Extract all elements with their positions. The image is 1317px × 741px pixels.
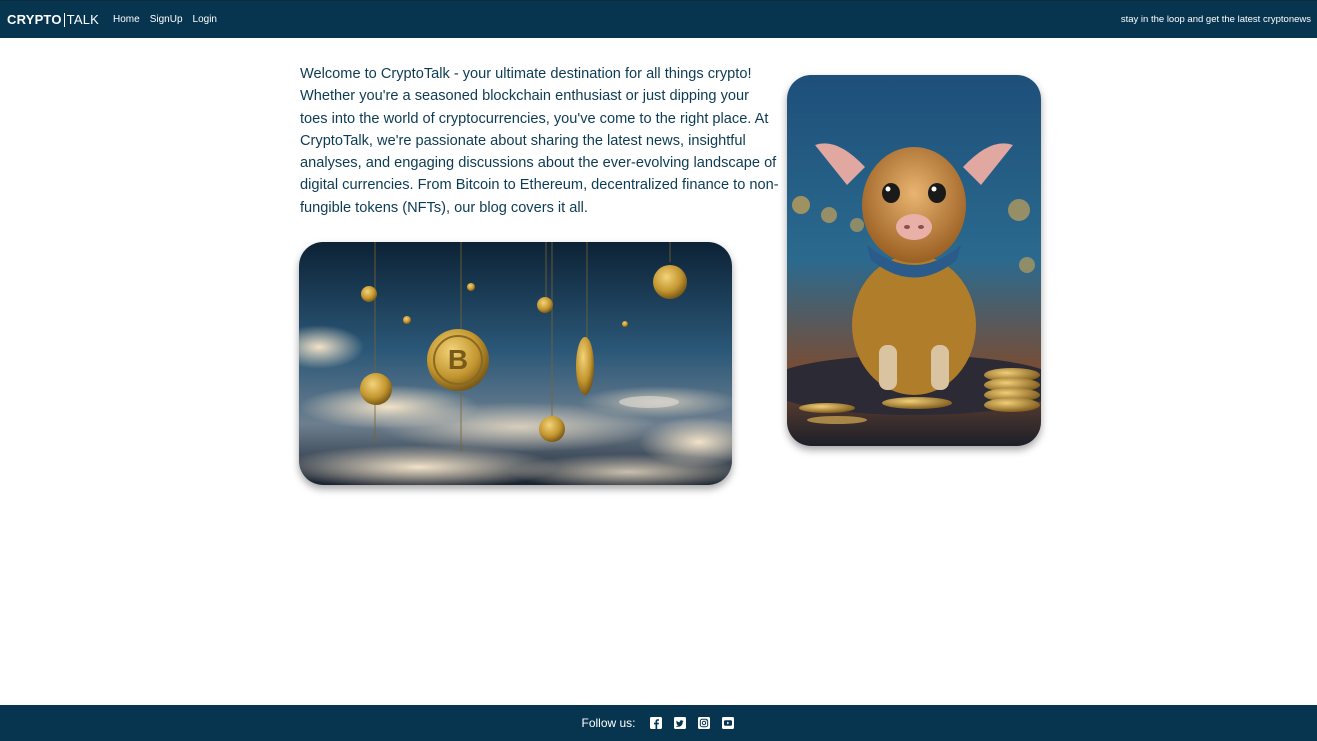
brand-bold: CRYPTO	[7, 12, 62, 27]
brand-logo[interactable]: CRYPTO TALK	[7, 12, 99, 27]
twitter-icon[interactable]	[673, 717, 686, 729]
nav-signup-link[interactable]: SignUp	[150, 14, 183, 25]
header-tagline: stay in the loop and get the latest cryp…	[1120, 14, 1311, 25]
bitcoin-coins-image: B	[299, 242, 732, 485]
top-navbar: CRYPTO TALK Home SignUp Login stay in th…	[0, 0, 1317, 38]
brand-divider	[63, 12, 65, 27]
intro-paragraph: Welcome to CryptoTalk - your ultimate de…	[300, 66, 779, 216]
instagram-icon[interactable]	[697, 717, 710, 729]
svg-text:B: B	[448, 344, 468, 375]
brand-light: TALK	[66, 12, 100, 27]
nav-links: Home SignUp Login	[113, 14, 227, 25]
baby-bull-image	[787, 75, 1041, 446]
footer: Follow us:	[0, 705, 1317, 741]
follow-us-label: Follow us:	[581, 716, 636, 730]
youtube-icon[interactable]	[721, 717, 734, 729]
nav-login-link[interactable]: Login	[193, 14, 217, 25]
facebook-icon[interactable]	[649, 717, 662, 729]
nav-home-link[interactable]: Home	[113, 14, 140, 25]
